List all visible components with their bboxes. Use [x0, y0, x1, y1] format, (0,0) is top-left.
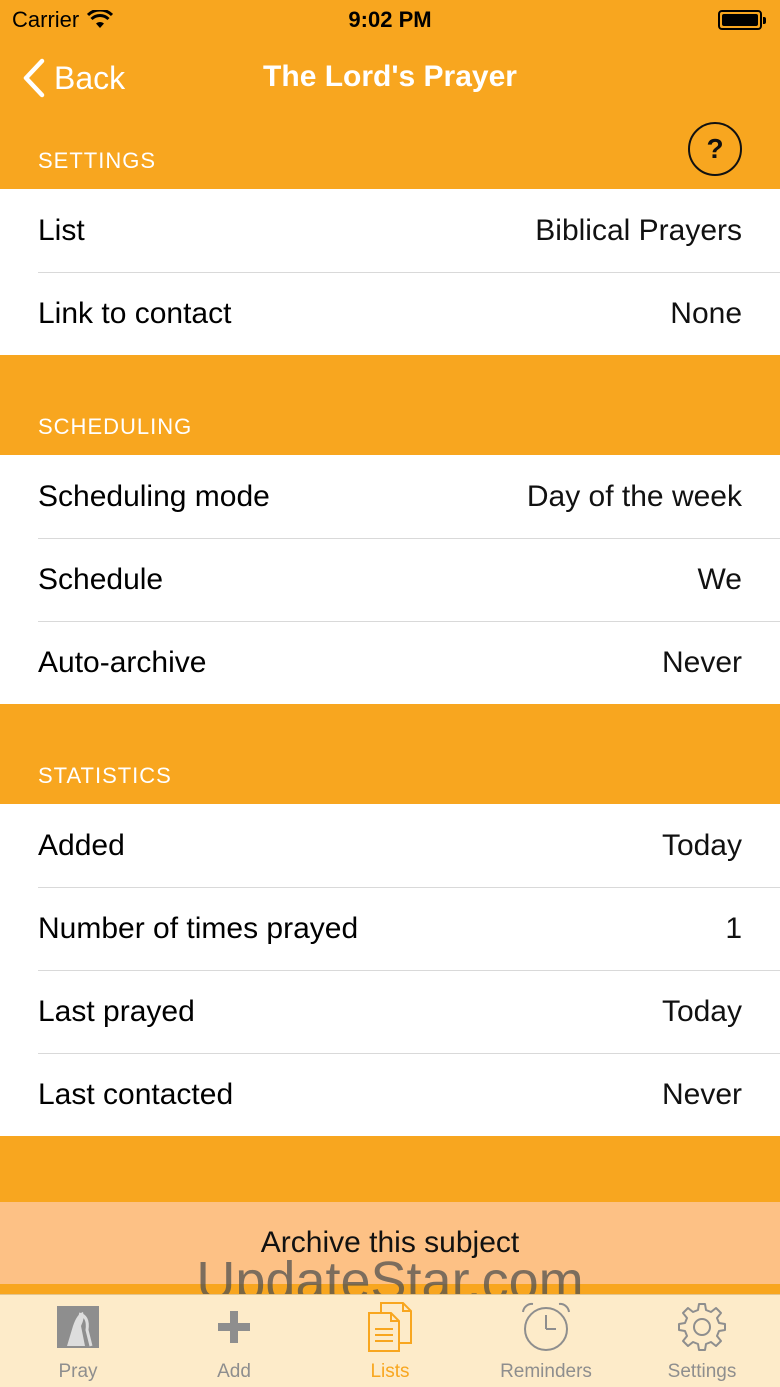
row-label: Scheduling mode: [38, 479, 270, 513]
tab-label: Lists: [370, 1361, 410, 1382]
tab-lists[interactable]: Lists: [312, 1295, 468, 1387]
row-value: Today: [661, 828, 742, 862]
status-bar: Carrier 9:02 PM: [0, 0, 780, 40]
archive-subject-button[interactable]: Archive this subject: [0, 1202, 780, 1284]
row-label: Link to contact: [38, 296, 232, 330]
status-left: Carrier: [12, 7, 114, 33]
row-schedule[interactable]: Schedule We: [0, 538, 780, 621]
tab-add[interactable]: Add: [156, 1295, 312, 1387]
tab-reminders[interactable]: Reminders: [468, 1295, 624, 1387]
statistics-group: Added Today Number of times prayed 1 Las…: [0, 804, 780, 1136]
section-header-statistics: STATISTICS: [38, 763, 172, 788]
battery-icon: [718, 10, 766, 30]
help-icon: ?: [706, 133, 724, 164]
row-added: Added Today: [0, 804, 780, 887]
tab-label: Settings: [667, 1361, 737, 1382]
row-label: List: [38, 213, 85, 247]
row-value: Today: [661, 994, 742, 1028]
back-label: Back: [54, 59, 126, 96]
row-label: Schedule: [38, 562, 164, 596]
row-value: Never: [661, 645, 742, 679]
row-link-to-contact[interactable]: Link to contact None: [0, 272, 780, 355]
carrier-label: Carrier: [12, 7, 80, 32]
row-value: None: [670, 296, 742, 330]
plus-icon: [206, 1299, 262, 1355]
tab-label: Pray: [58, 1361, 98, 1382]
back-button[interactable]: Back: [22, 58, 125, 98]
row-value: 1: [725, 911, 742, 945]
row-value: We: [697, 562, 742, 596]
section-header-settings: SETTINGS: [38, 148, 157, 173]
row-label: Last prayed: [38, 994, 195, 1028]
row-scheduling-mode[interactable]: Scheduling mode Day of the week: [0, 455, 780, 538]
help-button[interactable]: ?: [688, 122, 742, 176]
row-label: Last contacted: [38, 1077, 234, 1111]
tab-label: Add: [217, 1361, 251, 1382]
chevron-left-icon: [23, 58, 45, 98]
row-last-prayed: Last prayed Today: [0, 970, 780, 1053]
row-value: Day of the week: [526, 479, 742, 513]
row-times-prayed: Number of times prayed 1: [0, 887, 780, 970]
section-header-scheduling: SCHEDULING: [38, 414, 193, 439]
alarm-clock-icon: [518, 1299, 574, 1355]
gear-icon: [674, 1299, 730, 1355]
wifi-icon: [87, 10, 114, 28]
status-time: 9:02 PM: [348, 7, 432, 32]
row-label: Added: [38, 828, 125, 862]
row-last-contacted: Last contacted Never: [0, 1053, 780, 1136]
tab-label: Reminders: [500, 1361, 592, 1382]
praying-hands-icon: [50, 1299, 106, 1355]
tab-settings[interactable]: Settings: [624, 1295, 780, 1387]
tab-pray[interactable]: Pray: [0, 1295, 156, 1387]
scheduling-group: Scheduling mode Day of the week Schedule…: [0, 455, 780, 704]
row-label: Number of times prayed: [38, 911, 359, 945]
settings-group: List Biblical Prayers Link to contact No…: [0, 189, 780, 355]
document-list-icon: [362, 1299, 418, 1355]
navigation-bar: Back The Lord's Prayer: [0, 40, 780, 120]
row-auto-archive[interactable]: Auto-archive Never: [0, 621, 780, 704]
row-label: Auto-archive: [38, 645, 207, 679]
row-value: Biblical Prayers: [535, 213, 742, 247]
tab-bar: Pray Add Lists Reminders Settings: [0, 1294, 780, 1387]
row-value: Never: [661, 1077, 742, 1111]
row-list[interactable]: List Biblical Prayers: [0, 189, 780, 272]
